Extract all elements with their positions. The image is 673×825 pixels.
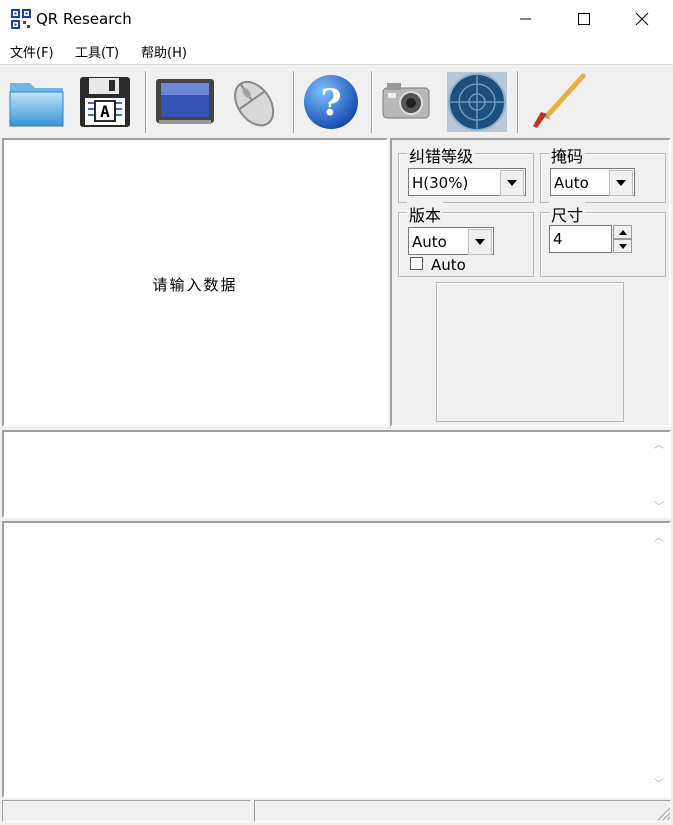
scroll-up-icon[interactable]: ︿ — [654, 436, 664, 451]
toolbar-separator — [293, 71, 295, 133]
camera-icon — [382, 83, 430, 119]
toolbar: A ? — [0, 64, 673, 136]
display-button[interactable] — [154, 71, 216, 133]
scroll-down-icon[interactable]: ﹀ — [654, 498, 664, 513]
size-label: 尺寸 — [549, 202, 586, 226]
qr-preview — [436, 282, 624, 422]
menu-tools[interactable]: 工具(T) — [75, 42, 119, 61]
window-title: QR Research — [36, 10, 132, 28]
version-auto-checkbox[interactable] — [410, 257, 423, 270]
menu-bar: 文件(F) 工具(T) 帮助(H) — [0, 38, 673, 64]
help-button[interactable]: ? — [300, 71, 362, 133]
chevron-down-icon — [468, 229, 492, 255]
menu-help[interactable]: 帮助(H) — [141, 42, 187, 61]
minimize-button[interactable] — [497, 0, 555, 38]
folder-icon — [9, 83, 64, 127]
status-cell-left — [2, 800, 251, 822]
data-input-area[interactable]: 请输入数据 — [2, 138, 388, 427]
chevron-up-icon — [618, 229, 627, 235]
chevron-down-icon — [500, 170, 524, 196]
input-placeholder: 请输入数据 — [152, 276, 238, 294]
ecc-label: 纠错等级 — [407, 143, 476, 167]
scroll-up-icon[interactable]: ︿ — [654, 529, 664, 544]
brush-icon — [533, 73, 586, 128]
size-increment-button[interactable] — [613, 225, 632, 239]
close-button[interactable] — [613, 0, 671, 38]
ecc-value: H(30%) — [412, 174, 469, 192]
radar-icon — [447, 72, 507, 132]
size-value: 4 — [553, 230, 563, 248]
mouse-button[interactable] — [222, 71, 284, 133]
output-textarea[interactable]: ︿ ﹀ — [2, 521, 671, 798]
status-cell-right — [254, 800, 671, 822]
version-auto-label: Auto — [431, 256, 466, 274]
qr-app-icon — [11, 9, 31, 29]
version-label: 版本 — [407, 202, 444, 226]
version-value: Auto — [412, 233, 447, 251]
help-icon: ? — [304, 75, 358, 129]
scan-button[interactable] — [446, 71, 508, 133]
toolbar-separator — [517, 71, 519, 133]
open-folder-button[interactable] — [6, 71, 68, 133]
title-bar: QR Research — [0, 0, 673, 38]
monitor-icon — [156, 79, 214, 124]
svg-text:A: A — [100, 102, 110, 121]
save-button[interactable]: A — [74, 71, 136, 133]
camera-button[interactable] — [376, 71, 438, 133]
version-select[interactable]: Auto — [408, 227, 494, 255]
scroll-down-icon[interactable]: ﹀ — [654, 775, 664, 790]
toolbar-separator — [145, 71, 147, 133]
output-scrollbar[interactable]: ︿ ﹀ — [649, 523, 669, 796]
info-textarea[interactable]: ︿ ﹀ — [2, 430, 671, 518]
chevron-down-icon — [609, 170, 633, 196]
size-decrement-button[interactable] — [613, 239, 632, 253]
maximize-button[interactable] — [555, 0, 613, 38]
mouse-icon — [234, 80, 275, 127]
ecc-select[interactable]: H(30%) — [408, 168, 526, 196]
menu-file[interactable]: 文件(F) — [10, 42, 54, 61]
toolbar-separator — [371, 71, 373, 133]
size-input[interactable]: 4 — [549, 225, 612, 253]
brush-button[interactable] — [526, 71, 588, 133]
mask-value: Auto — [554, 174, 589, 192]
info-scrollbar[interactable]: ︿ ﹀ — [649, 432, 669, 516]
save-disk-icon: A — [80, 77, 130, 127]
resize-grip-icon[interactable] — [655, 805, 671, 821]
mask-label: 掩码 — [549, 143, 586, 167]
svg-text:?: ? — [320, 82, 341, 124]
mask-select[interactable]: Auto — [550, 168, 635, 196]
chevron-down-icon — [618, 243, 627, 249]
